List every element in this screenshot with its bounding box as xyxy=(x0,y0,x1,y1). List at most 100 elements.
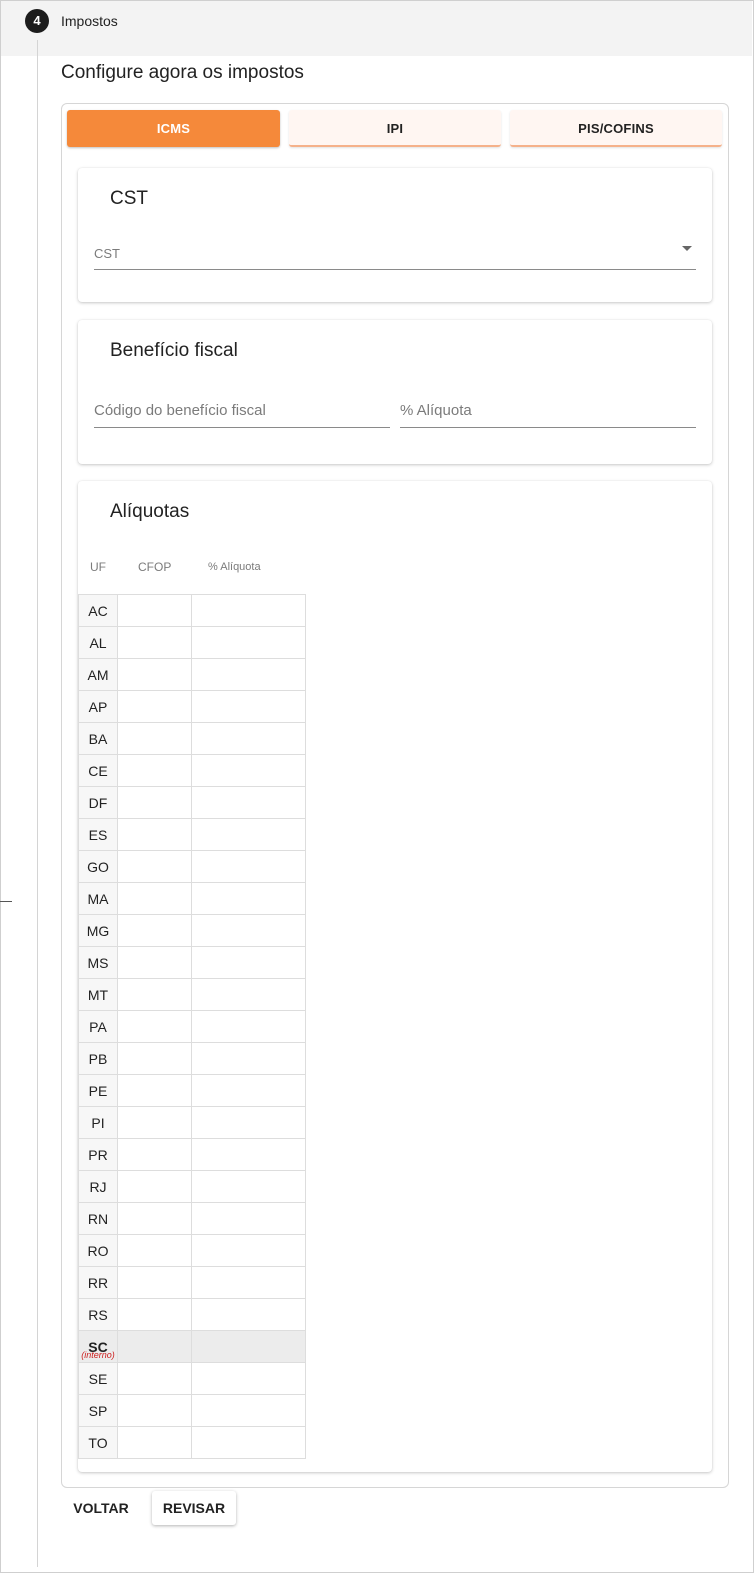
aliquota-cell[interactable] xyxy=(191,882,306,915)
aliquota-cell[interactable] xyxy=(191,626,306,659)
aliquota-cell[interactable] xyxy=(191,690,306,723)
aliquota-cell[interactable] xyxy=(191,1074,306,1107)
cfop-cell[interactable] xyxy=(117,594,192,627)
cfop-cell[interactable] xyxy=(117,658,192,691)
uf-cell: ES xyxy=(78,818,118,851)
uf-cell: AP xyxy=(78,690,118,723)
aliquota-cell[interactable] xyxy=(191,594,306,627)
uf-code: AL xyxy=(89,634,107,651)
cfop-cell[interactable] xyxy=(117,818,192,851)
back-button[interactable]: VOLTAR xyxy=(60,1491,142,1525)
aliquota-cell[interactable] xyxy=(191,914,306,947)
cfop-cell[interactable] xyxy=(117,1234,192,1267)
aliquota-cell[interactable] xyxy=(191,1042,306,1075)
aliquota-cell[interactable] xyxy=(191,1010,306,1043)
cfop-cell[interactable] xyxy=(117,978,192,1011)
uf-code: PE xyxy=(88,1082,108,1099)
aliquota-cell[interactable] xyxy=(191,946,306,979)
aliquota-cell[interactable] xyxy=(191,1234,306,1267)
chevron-down-icon[interactable] xyxy=(682,246,692,251)
cfop-cell[interactable] xyxy=(117,1298,192,1331)
cfop-cell[interactable] xyxy=(117,1426,192,1459)
cfop-cell[interactable] xyxy=(117,1010,192,1043)
aliquota-cell[interactable] xyxy=(191,978,306,1011)
table-row: RJ xyxy=(78,1170,306,1203)
table-row: CE xyxy=(78,754,306,787)
cfop-cell[interactable] xyxy=(117,690,192,723)
uf-code: ES xyxy=(88,826,108,843)
cfop-cell[interactable] xyxy=(117,1266,192,1299)
cfop-cell[interactable] xyxy=(117,850,192,883)
uf-cell: AL xyxy=(78,626,118,659)
uf-code: TO xyxy=(88,1434,108,1451)
uf-code: CE xyxy=(88,762,108,779)
cfop-cell[interactable] xyxy=(117,1074,192,1107)
aliquota-cell[interactable] xyxy=(191,1106,306,1139)
cfop-cell[interactable] xyxy=(117,1330,192,1363)
uf-code: AM xyxy=(87,666,109,683)
table-row: SE xyxy=(78,1362,306,1395)
table-row: DF xyxy=(78,786,306,819)
table-row: PB xyxy=(78,1042,306,1075)
stepper-connector-line xyxy=(37,40,38,1567)
aliquota-cell[interactable] xyxy=(191,1426,306,1459)
uf-cell: PI xyxy=(78,1106,118,1139)
cfop-cell[interactable] xyxy=(117,1042,192,1075)
aliquota-cell[interactable] xyxy=(191,754,306,787)
cfop-cell[interactable] xyxy=(117,754,192,787)
cfop-cell[interactable] xyxy=(117,1394,192,1427)
codigo-beneficio-field[interactable]: Código do benefício fiscal xyxy=(94,394,390,428)
cfop-cell[interactable] xyxy=(117,1170,192,1203)
aliquota-cell[interactable] xyxy=(191,1266,306,1299)
cfop-cell[interactable] xyxy=(117,722,192,755)
uf-code: AC xyxy=(88,602,108,619)
uf-cell: RJ xyxy=(78,1170,118,1203)
uf-code: RN xyxy=(87,1210,109,1227)
tab-icms[interactable]: ICMS xyxy=(67,110,280,147)
cfop-cell[interactable] xyxy=(117,882,192,915)
aliquota-field[interactable]: % Alíquota xyxy=(400,394,696,428)
aliquota-cell[interactable] xyxy=(191,850,306,883)
table-row: AP xyxy=(78,690,306,723)
cfop-cell[interactable] xyxy=(117,626,192,659)
cfop-cell[interactable] xyxy=(117,946,192,979)
aliquota-cell[interactable] xyxy=(191,1330,306,1363)
tab-pis-cofins[interactable]: PIS/COFINS xyxy=(510,110,722,147)
uf-cell: PR xyxy=(78,1138,118,1171)
aliquota-cell[interactable] xyxy=(191,722,306,755)
uf-code: SE xyxy=(88,1370,108,1387)
aliquota-cell[interactable] xyxy=(191,658,306,691)
cfop-cell[interactable] xyxy=(117,1362,192,1395)
aliquota-cell[interactable] xyxy=(191,1298,306,1331)
aliquota-cell[interactable] xyxy=(191,1170,306,1203)
aliquota-cell[interactable] xyxy=(191,1202,306,1235)
aliquota-cell[interactable] xyxy=(191,818,306,851)
aliquota-cell[interactable] xyxy=(191,1138,306,1171)
cfop-cell[interactable] xyxy=(117,914,192,947)
table-row: GO xyxy=(78,850,306,883)
uf-code: RO xyxy=(87,1242,109,1259)
aliquota-cell[interactable] xyxy=(191,1362,306,1395)
table-row: RN xyxy=(78,1202,306,1235)
cfop-cell[interactable] xyxy=(117,1202,192,1235)
cfop-cell[interactable] xyxy=(117,1138,192,1171)
uf-cell: RR xyxy=(78,1266,118,1299)
table-row: MA xyxy=(78,882,306,915)
cst-select[interactable]: CST xyxy=(94,238,696,270)
review-button[interactable]: REVISAR xyxy=(152,1491,236,1525)
table-row: PR xyxy=(78,1138,306,1171)
cfop-cell[interactable] xyxy=(117,786,192,819)
cfop-cell[interactable] xyxy=(117,1106,192,1139)
table-row: MG xyxy=(78,914,306,947)
aliquota-cell[interactable] xyxy=(191,786,306,819)
tab-ipi[interactable]: IPI xyxy=(289,110,501,147)
uf-cell: AM xyxy=(78,658,118,691)
aliquota-cell[interactable] xyxy=(191,1394,306,1427)
uf-cell: MA xyxy=(78,882,118,915)
uf-cell: AC xyxy=(78,594,118,627)
uf-cell: MS xyxy=(78,946,118,979)
step-header: 4 Impostos xyxy=(1,1,752,56)
uf-code: RS xyxy=(88,1306,108,1323)
table-row: PI xyxy=(78,1106,306,1139)
uf-cell: PA xyxy=(78,1010,118,1043)
